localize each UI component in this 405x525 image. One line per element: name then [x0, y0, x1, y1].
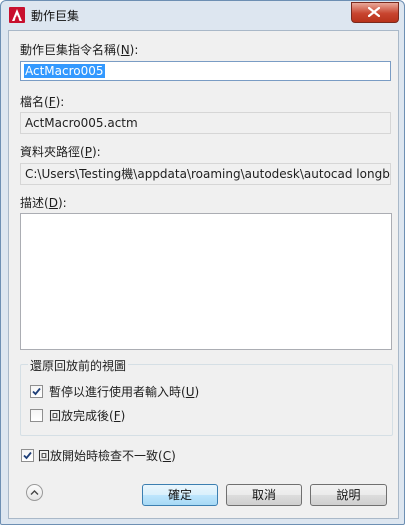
pause-for-input-checkbox[interactable] — [30, 385, 43, 398]
macro-name-label: 動作巨集指令名稱(N): — [20, 43, 139, 57]
pause-for-input-label[interactable]: 暫停以進行使用者輸入時(U) — [49, 383, 199, 400]
window-title: 動作巨集 — [31, 9, 80, 23]
dialog-body: 動作巨集指令名稱(N): ActMacro005 檔名(F): ActMacro… — [8, 30, 399, 519]
title-bar[interactable]: 動作巨集 — [1, 1, 404, 29]
close-button[interactable] — [351, 2, 399, 23]
chevron-up-icon — [30, 490, 39, 495]
description-textarea[interactable] — [20, 213, 392, 350]
cancel-button[interactable]: 取消 — [226, 484, 302, 506]
folder-path-label: 資料夾路徑(P): — [20, 145, 101, 159]
help-button[interactable]: 說明 — [310, 484, 387, 506]
description-label: 描述(D): — [20, 196, 67, 210]
after-playback-checkbox[interactable] — [30, 409, 43, 422]
folder-path-field: C:\Users\Testing機\appdata\roaming\autode… — [20, 163, 391, 185]
file-name-label: 檔名(F): — [20, 95, 65, 109]
close-icon — [368, 7, 380, 17]
restore-view-group: 還原回放前的視圖 暫停以進行使用者輸入時(U) 回放完成後(F) — [20, 357, 393, 436]
check-inconsistency-checkbox[interactable] — [21, 449, 34, 462]
macro-name-input[interactable]: ActMacro005 — [20, 61, 391, 81]
ok-button[interactable]: 確定 — [142, 484, 218, 506]
file-name-field: ActMacro005.actm — [20, 112, 391, 134]
after-playback-label[interactable]: 回放完成後(F) — [49, 407, 125, 424]
checkmark-icon — [32, 387, 41, 396]
expand-collapse-button[interactable] — [26, 484, 43, 501]
macro-dialog: 動作巨集 動作巨集指令名稱(N): ActMacro005 檔名(F): Act… — [0, 0, 405, 525]
restore-view-group-title: 還原回放前的視圖 — [28, 357, 129, 374]
checkmark-icon — [23, 451, 32, 460]
check-inconsistency-label[interactable]: 回放開始時檢查不一致(C) — [38, 447, 176, 464]
autocad-icon — [9, 7, 25, 23]
